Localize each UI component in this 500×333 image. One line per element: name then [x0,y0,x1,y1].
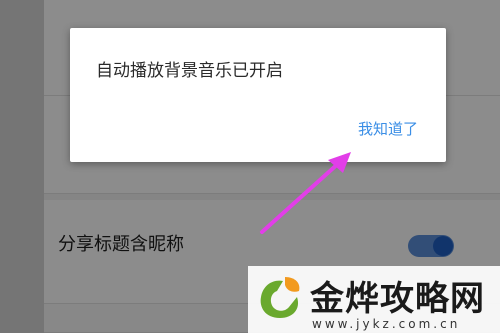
watermark-url: www.jykz.com.cn [312,317,461,331]
dialog-message: 自动播放背景音乐已开启 [96,61,283,81]
leaf-logo-icon [260,277,300,318]
got-it-button[interactable]: 我知道了 [358,118,418,139]
watermark: 金烨攻略网 www.jykz.com.cn [248,266,500,333]
autoplay-music-dialog: 自动播放背景音乐已开启 我知道了 [70,28,446,162]
watermark-brand: 金烨攻略网 [310,279,485,319]
